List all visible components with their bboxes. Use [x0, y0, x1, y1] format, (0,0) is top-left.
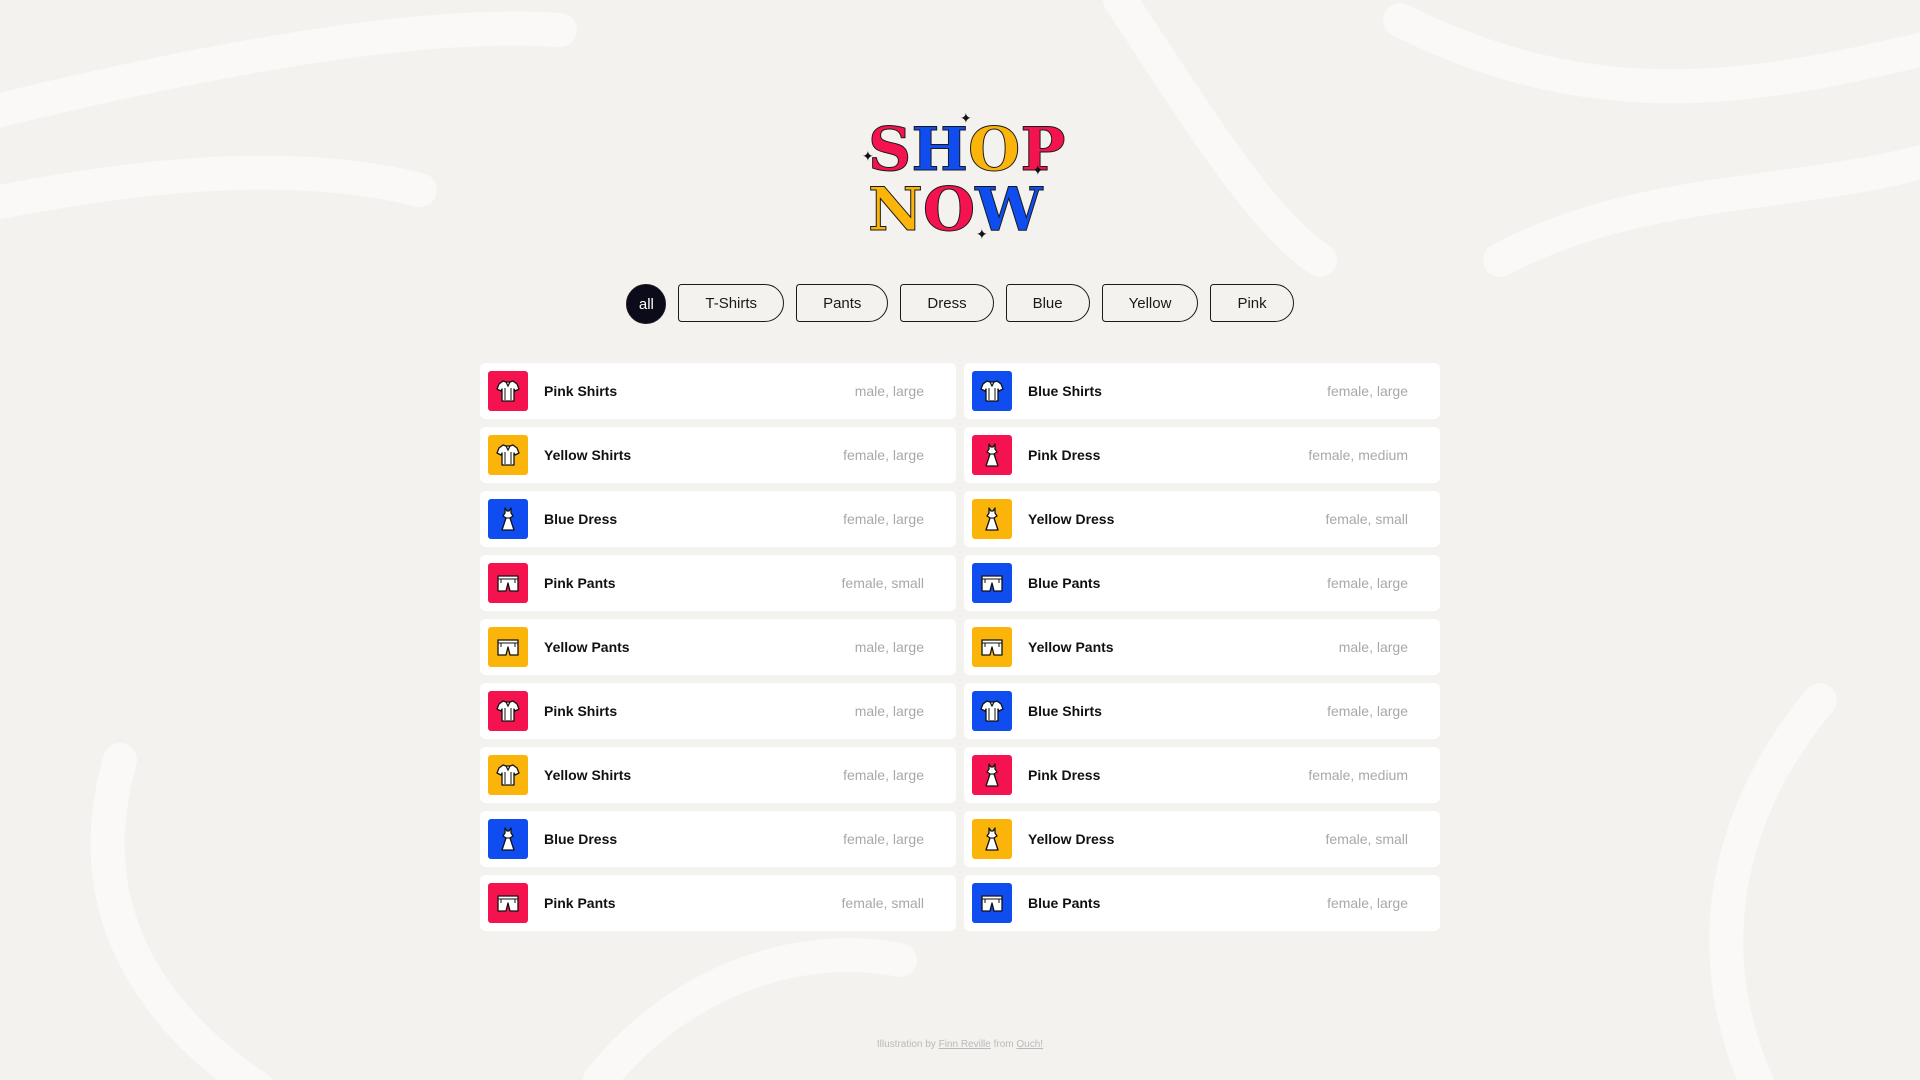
item-meta: female, large	[843, 831, 924, 847]
item-name: Pink Pants	[544, 895, 616, 911]
dress-icon	[488, 499, 528, 539]
list-item[interactable]: Pink Shirts male, large	[480, 363, 956, 419]
item-meta: female, large	[1327, 703, 1408, 719]
item-meta: female, large	[843, 511, 924, 527]
item-meta: female, small	[841, 575, 924, 591]
item-meta: female, medium	[1308, 447, 1408, 463]
pants-icon	[488, 627, 528, 667]
item-name: Yellow Pants	[1028, 639, 1114, 655]
shop-now-logo: SHOP NOW ✦ ✦ ✦ ✦	[862, 110, 1066, 248]
filter-all[interactable]: all	[626, 284, 667, 324]
item-meta: female, large	[843, 767, 924, 783]
dress-icon	[972, 499, 1012, 539]
item-meta: female, medium	[1308, 767, 1408, 783]
list-item[interactable]: Pink Shirts male, large	[480, 683, 956, 739]
logo-letter: S	[867, 115, 911, 185]
logo-letter: N	[868, 175, 924, 245]
pants-icon	[488, 883, 528, 923]
shirt-icon	[488, 691, 528, 731]
filter-pink[interactable]: Pink	[1210, 284, 1294, 322]
list-item[interactable]: Blue Dress female, large	[480, 491, 956, 547]
item-name: Yellow Shirts	[544, 767, 632, 783]
pants-icon	[488, 563, 528, 603]
shirt-icon	[488, 371, 528, 411]
dress-icon	[972, 435, 1012, 475]
logo-letter: H	[911, 115, 969, 185]
item-name: Yellow Pants	[544, 639, 630, 655]
sparkle-icon: ✦	[976, 226, 988, 242]
item-name: Pink Dress	[1028, 447, 1101, 463]
filter-blue[interactable]: Blue	[1005, 284, 1090, 322]
item-name: Blue Dress	[544, 831, 618, 847]
filter-pants[interactable]: Pants	[796, 284, 889, 322]
item-name: Yellow Shirts	[544, 447, 632, 463]
shirt-icon	[972, 691, 1012, 731]
list-item[interactable]: Pink Dress female, medium	[964, 427, 1440, 483]
list-item[interactable]: Pink Pants female, small	[480, 875, 956, 931]
filter-t-shirts[interactable]: T-Shirts	[678, 284, 785, 322]
pants-icon	[972, 627, 1012, 667]
item-name: Blue Shirts	[1028, 703, 1102, 719]
item-meta: male, large	[854, 703, 924, 719]
item-name: Blue Shirts	[1028, 383, 1102, 399]
item-meta: male, large	[854, 639, 924, 655]
list-item[interactable]: Blue Pants female, large	[964, 555, 1440, 611]
item-meta: male, large	[1338, 639, 1408, 655]
list-item[interactable]: Blue Shirts female, large	[964, 683, 1440, 739]
item-meta: male, large	[854, 383, 924, 399]
illustration-credit: Illustration by Finn Reville from Ouch!	[876, 1039, 1044, 1050]
item-name: Yellow Dress	[1028, 831, 1115, 847]
item-meta: female, large	[1327, 383, 1408, 399]
list-item[interactable]: Yellow Dress female, small	[964, 811, 1440, 867]
item-meta: female, large	[1327, 575, 1408, 591]
pants-icon	[972, 883, 1012, 923]
list-item[interactable]: Yellow Dress female, small	[964, 491, 1440, 547]
sparkle-icon: ✦	[862, 148, 874, 164]
logo-letter: O	[968, 115, 1021, 185]
item-meta: female, large	[1327, 895, 1408, 911]
item-meta: female, small	[1325, 831, 1408, 847]
list-item[interactable]: Yellow Shirts female, large	[480, 747, 956, 803]
shirt-icon	[488, 435, 528, 475]
list-item[interactable]: Yellow Shirts female, large	[480, 427, 956, 483]
sparkle-icon: ✦	[1032, 162, 1044, 178]
dress-icon	[488, 819, 528, 859]
shirt-icon	[972, 371, 1012, 411]
item-meta: female, large	[843, 447, 924, 463]
item-meta: female, small	[1325, 511, 1408, 527]
item-name: Blue Pants	[1028, 575, 1101, 591]
filter-dress[interactable]: Dress	[900, 284, 994, 322]
dress-icon	[972, 819, 1012, 859]
source-link[interactable]: Ouch!	[1016, 1039, 1043, 1050]
logo-letter: O	[922, 175, 975, 245]
sparkle-icon: ✦	[960, 110, 972, 126]
item-meta: female, small	[841, 895, 924, 911]
item-name: Blue Pants	[1028, 895, 1101, 911]
list-item[interactable]: Blue Shirts female, large	[964, 363, 1440, 419]
filter-bar: all T-Shirts Pants Dress Blue Yellow Pink	[0, 284, 1920, 324]
shirt-icon	[488, 755, 528, 795]
pants-icon	[972, 563, 1012, 603]
list-item[interactable]: Blue Pants female, large	[964, 875, 1440, 931]
item-name: Pink Pants	[544, 575, 616, 591]
dress-icon	[972, 755, 1012, 795]
list-item[interactable]: Yellow Pants male, large	[964, 619, 1440, 675]
author-link[interactable]: Finn Reville	[939, 1039, 991, 1050]
item-name: Yellow Dress	[1028, 511, 1115, 527]
list-item[interactable]: Yellow Pants male, large	[480, 619, 956, 675]
list-item[interactable]: Blue Dress female, large	[480, 811, 956, 867]
filter-yellow[interactable]: Yellow	[1101, 284, 1199, 322]
item-name: Pink Shirts	[544, 383, 618, 399]
item-name: Pink Shirts	[544, 703, 618, 719]
logo-line-2: NOW	[868, 175, 1044, 245]
product-list: Pink Shirts male, large Blue Shirts female,…	[480, 363, 1440, 931]
list-item[interactable]: Pink Pants female, small	[480, 555, 956, 611]
list-item[interactable]: Pink Dress female, medium	[964, 747, 1440, 803]
item-name: Blue Dress	[544, 511, 618, 527]
item-name: Pink Dress	[1028, 767, 1101, 783]
